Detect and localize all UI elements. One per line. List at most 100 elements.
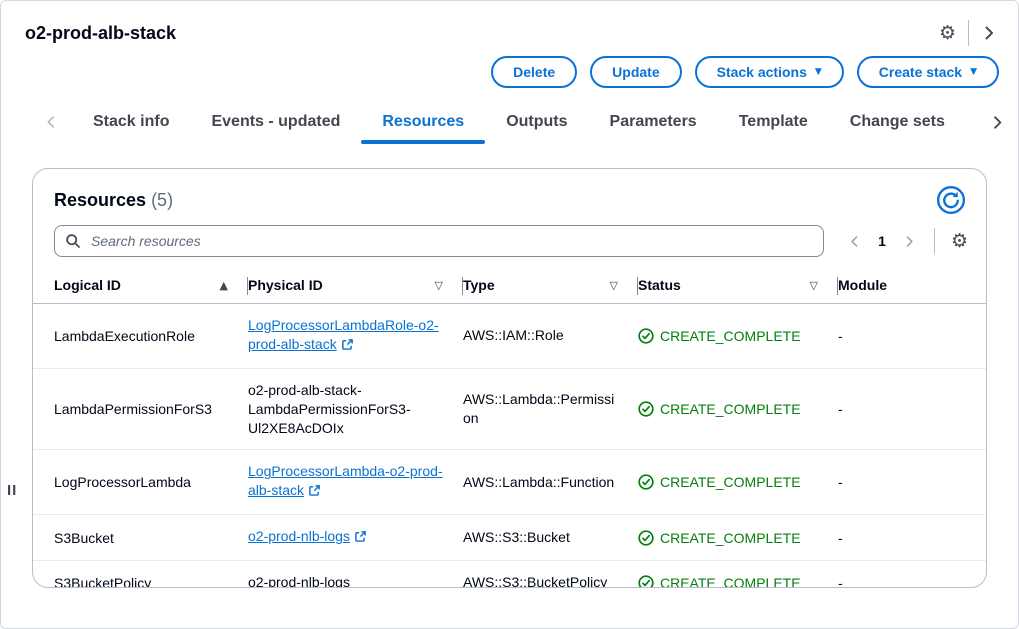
- side-marker: II: [7, 482, 17, 499]
- physical-id-link[interactable]: LogProcessorLambda-o2-prod-alb-stack: [248, 463, 443, 498]
- type-cell: AWS::Lambda::Function: [463, 450, 638, 515]
- tab-outputs[interactable]: Outputs: [485, 100, 588, 144]
- tabs-scroll-right-chevron-icon[interactable]: [976, 100, 1019, 144]
- external-link-icon: [308, 483, 321, 502]
- divider: [968, 20, 969, 46]
- tab-label: Parameters: [610, 113, 697, 131]
- table-row: S3BucketPolicy o2-prod-nlb-logs AWS::S3:…: [33, 561, 986, 588]
- status-cell: CREATE_COMPLETE: [638, 561, 838, 588]
- column-header-type[interactable]: Type ▽: [463, 269, 638, 304]
- sort-descending-icon: ▽: [810, 280, 818, 291]
- tab-stack-info[interactable]: Stack info: [72, 100, 190, 144]
- resources-panel-title: Resources: [54, 190, 146, 210]
- physical-id-cell: o2-prod-nlb-logs: [248, 515, 463, 561]
- caret-down-icon: ▼: [815, 68, 822, 77]
- type-cell: AWS::IAM::Role: [463, 304, 638, 369]
- success-check-icon: [638, 401, 654, 417]
- stack-actions-toolbar: Delete Update Stack actions ▼ Create sta…: [0, 46, 1019, 88]
- module-cell: -: [838, 561, 986, 588]
- pagination: 1: [848, 233, 916, 249]
- success-check-icon: [638, 575, 654, 588]
- physical-id-cell: o2-prod-nlb-logs: [248, 561, 463, 588]
- update-button[interactable]: Update: [590, 56, 681, 88]
- type-cell: AWS::Lambda::Permission: [463, 368, 638, 450]
- tabs-scroll-left-chevron-icon[interactable]: [30, 100, 72, 144]
- physical-id-cell: LogProcessorLambda-o2-prod-alb-stack: [248, 450, 463, 515]
- column-header-status[interactable]: Status ▽: [638, 269, 838, 304]
- page-header: o2-prod-alb-stack ⚙: [0, 0, 1019, 46]
- tab-label: Events - updated: [211, 113, 340, 131]
- logical-id-cell: S3Bucket: [33, 515, 248, 561]
- column-label: Module: [838, 277, 887, 293]
- divider: [934, 228, 935, 254]
- tab-template[interactable]: Template: [718, 100, 829, 144]
- table-preferences-gear-icon[interactable]: ⚙: [951, 232, 968, 251]
- caret-down-icon: ▼: [970, 68, 977, 77]
- external-link-icon: [354, 529, 367, 548]
- module-cell: -: [838, 515, 986, 561]
- delete-button[interactable]: Delete: [491, 56, 577, 88]
- tab-label: Outputs: [506, 113, 567, 131]
- type-cell: AWS::S3::BucketPolicy: [463, 561, 638, 588]
- logical-id-cell: LambdaPermissionForS3: [33, 368, 248, 450]
- table-header-row: Logical ID ▲ Physical ID ▽ Type ▽ Status ▽ M…: [33, 269, 986, 304]
- column-label: Status: [638, 277, 681, 293]
- previous-page-chevron-icon[interactable]: [848, 235, 861, 248]
- next-page-chevron-icon[interactable]: [903, 235, 916, 248]
- page-title: o2-prod-alb-stack: [25, 23, 176, 44]
- success-check-icon: [638, 530, 654, 546]
- logical-id-cell: LogProcessorLambda: [33, 450, 248, 515]
- status-cell: CREATE_COMPLETE: [638, 450, 838, 515]
- sort-ascending-icon: ▲: [220, 280, 228, 291]
- tab-resources[interactable]: Resources: [361, 100, 485, 144]
- status-text: CREATE_COMPLETE: [660, 474, 801, 490]
- column-header-physical-id[interactable]: Physical ID ▽: [248, 269, 463, 304]
- external-link-icon: [341, 337, 354, 356]
- logical-id-cell: LambdaExecutionRole: [33, 304, 248, 369]
- success-check-icon: [638, 474, 654, 490]
- table-row: LambdaExecutionRole LogProcessorLambdaRo…: [33, 304, 986, 369]
- physical-id-link[interactable]: o2-prod-nlb-logs: [248, 528, 350, 544]
- tab-label: Change sets: [850, 113, 945, 131]
- current-page-number[interactable]: 1: [878, 233, 886, 249]
- column-label: Logical ID: [54, 277, 121, 293]
- tab-events[interactable]: Events - updated: [190, 100, 361, 144]
- tab-change-sets[interactable]: Change sets: [829, 100, 966, 144]
- module-cell: -: [838, 368, 986, 450]
- tab-label: Template: [739, 113, 808, 131]
- status-text: CREATE_COMPLETE: [660, 530, 801, 546]
- delete-button-label: Delete: [513, 64, 555, 80]
- column-header-logical-id[interactable]: Logical ID ▲: [33, 269, 248, 304]
- resources-count-badge: (5): [151, 190, 173, 210]
- update-button-label: Update: [612, 64, 659, 80]
- sort-descending-icon: ▽: [435, 280, 443, 291]
- stack-actions-label: Stack actions: [717, 64, 807, 80]
- status-cell: CREATE_COMPLETE: [638, 515, 838, 561]
- tab-label: Resources: [382, 113, 464, 131]
- tab-parameters[interactable]: Parameters: [589, 100, 718, 144]
- open-panel-chevron-icon[interactable]: [981, 25, 997, 41]
- table-controls: 1 ⚙: [33, 221, 986, 269]
- module-cell: -: [838, 304, 986, 369]
- column-header-module[interactable]: Module: [838, 269, 986, 304]
- search-box: [54, 225, 824, 257]
- status-text: CREATE_COMPLETE: [660, 328, 801, 344]
- status-text: CREATE_COMPLETE: [660, 401, 801, 417]
- type-cell: AWS::S3::Bucket: [463, 515, 638, 561]
- physical-id-cell: o2-prod-alb-stack-LambdaPermissionForS3-…: [248, 368, 463, 450]
- sort-descending-icon: ▽: [610, 280, 618, 291]
- stack-actions-dropdown-button[interactable]: Stack actions ▼: [695, 56, 844, 88]
- refresh-icon: [936, 185, 966, 215]
- search-input[interactable]: [54, 225, 824, 257]
- create-stack-dropdown-button[interactable]: Create stack ▼: [857, 56, 999, 88]
- resources-panel: Resources(5) 1 ⚙: [32, 168, 987, 588]
- stack-tabs: Stack info Events - updated Resources Ou…: [0, 100, 1019, 144]
- tab-label: Stack info: [93, 113, 169, 131]
- settings-gear-icon[interactable]: ⚙: [939, 24, 956, 43]
- refresh-button[interactable]: [934, 183, 968, 217]
- create-stack-label: Create stack: [879, 64, 962, 80]
- column-label: Type: [463, 277, 495, 293]
- column-label: Physical ID: [248, 277, 323, 293]
- resources-table: Logical ID ▲ Physical ID ▽ Type ▽ Status ▽ M…: [33, 269, 986, 588]
- table-row: LambdaPermissionForS3 o2-prod-alb-stack-…: [33, 368, 986, 450]
